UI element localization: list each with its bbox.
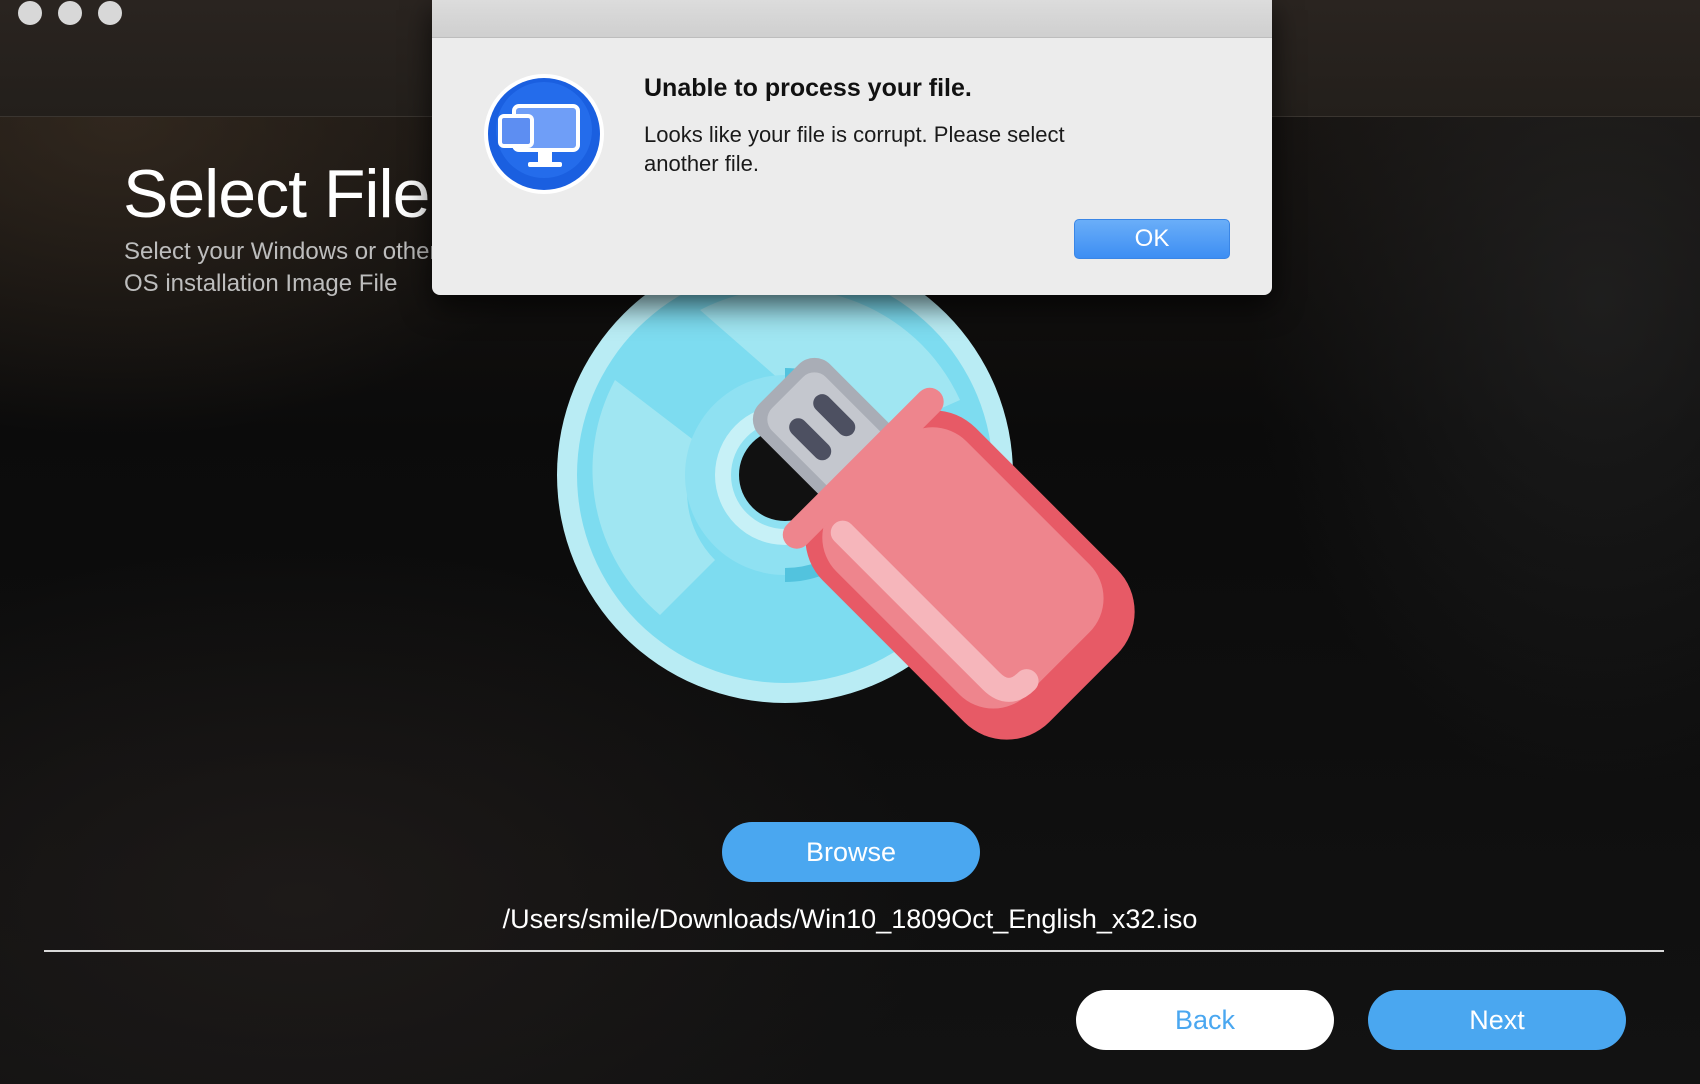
zoom-window-button[interactable]	[98, 1, 122, 25]
app-monitor-icon	[484, 74, 604, 194]
app-window: Select File Select your Windows or other…	[0, 0, 1700, 1084]
alert-message: Looks like your file is corrupt. Please …	[644, 122, 1065, 176]
footer-divider	[44, 950, 1664, 952]
ok-button[interactable]: OK	[1074, 219, 1230, 259]
page-subtitle: Select your Windows or other OS installa…	[124, 238, 438, 297]
close-window-button[interactable]	[18, 1, 42, 25]
alert-title-bar	[432, 0, 1272, 38]
back-button[interactable]: Back	[1076, 990, 1334, 1050]
alert-title: Unable to process your file.	[644, 74, 972, 102]
page-title: Select File	[123, 156, 430, 232]
illustration	[557, 270, 1135, 740]
selected-file-path: /Users/smile/Downloads/Win10_1809Oct_Eng…	[502, 904, 1198, 934]
minimize-window-button[interactable]	[58, 1, 82, 25]
error-alert-dialog: Unable to process your file. Looks like …	[432, 0, 1272, 295]
browse-button[interactable]: Browse	[722, 822, 980, 882]
next-button[interactable]: Next	[1368, 990, 1626, 1050]
